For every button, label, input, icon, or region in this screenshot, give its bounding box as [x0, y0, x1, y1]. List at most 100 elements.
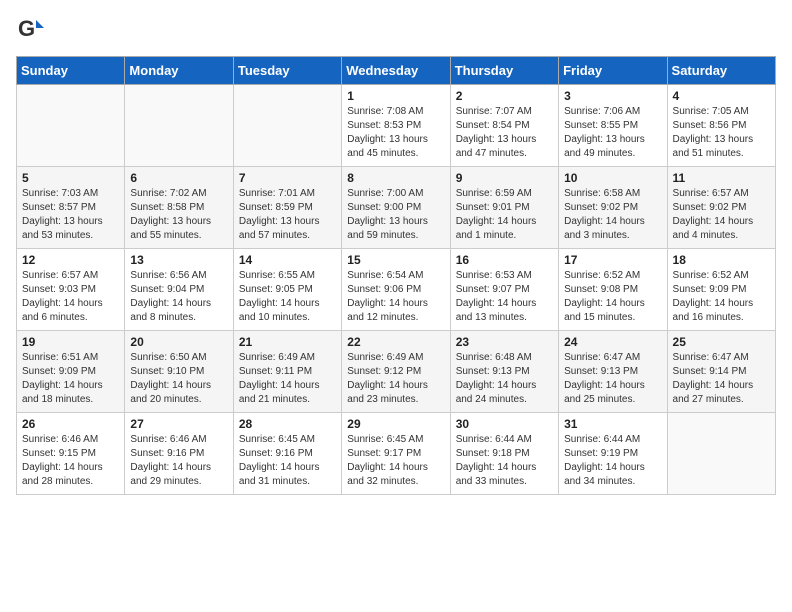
calendar-cell: 30 Sunrise: 6:44 AM Sunset: 9:18 PM Dayli…: [450, 413, 558, 495]
calendar-cell: 9 Sunrise: 6:59 AM Sunset: 9:01 PM Daylig…: [450, 167, 558, 249]
day-number: 12: [22, 253, 119, 267]
day-number: 19: [22, 335, 119, 349]
day-number: 22: [347, 335, 444, 349]
calendar-table: SundayMondayTuesdayWednesdayThursdayFrid…: [16, 56, 776, 495]
day-info: Sunrise: 6:46 AM Sunset: 9:16 PM Dayligh…: [130, 433, 227, 489]
day-number: 1: [347, 89, 444, 103]
day-number: 23: [456, 335, 553, 349]
day-number: 29: [347, 417, 444, 431]
day-number: 31: [564, 417, 661, 431]
calendar-cell: 20 Sunrise: 6:50 AM Sunset: 9:10 PM Dayli…: [125, 331, 233, 413]
calendar-cell: 3 Sunrise: 7:06 AM Sunset: 8:55 PM Daylig…: [559, 85, 667, 167]
day-number: 2: [456, 89, 553, 103]
weekday-header-saturday: Saturday: [667, 57, 775, 85]
weekday-header-friday: Friday: [559, 57, 667, 85]
calendar-cell: 5Sunrise: 7:03 AM Sunset: 8:57 PM Daylig…: [17, 167, 125, 249]
calendar-week-row: 12 Sunrise: 6:57 AM Sunset: 9:03 PM Dayli…: [17, 249, 776, 331]
day-info: Sunrise: 7:01 AM Sunset: 8:59 PM Dayligh…: [239, 187, 336, 243]
calendar-cell: 11 Sunrise: 6:57 AM Sunset: 9:02 PM Dayli…: [667, 167, 775, 249]
day-info: Sunrise: 7:07 AM Sunset: 8:54 PM Dayligh…: [456, 105, 553, 161]
calendar-cell: 13Sunrise: 6:56 AM Sunset: 9:04 PM Dayli…: [125, 249, 233, 331]
day-number: 20: [130, 335, 227, 349]
day-info: Sunrise: 6:44 AM Sunset: 9:19 PM Dayligh…: [564, 433, 661, 489]
calendar-cell: 10 Sunrise: 6:58 AM Sunset: 9:02 PM Dayli…: [559, 167, 667, 249]
calendar-cell: 22 Sunrise: 6:49 AM Sunset: 9:12 PM Dayli…: [342, 331, 450, 413]
calendar-cell: 23 Sunrise: 6:48 AM Sunset: 9:13 PM Dayli…: [450, 331, 558, 413]
day-number: 6: [130, 171, 227, 185]
day-info: Sunrise: 6:49 AM Sunset: 9:12 PM Dayligh…: [347, 351, 444, 407]
logo-icon: G: [16, 16, 44, 44]
day-number: 7: [239, 171, 336, 185]
weekday-header-wednesday: Wednesday: [342, 57, 450, 85]
calendar-week-row: 19 Sunrise: 6:51 AM Sunset: 9:09 PM Dayli…: [17, 331, 776, 413]
weekday-header-row: SundayMondayTuesdayWednesdayThursdayFrid…: [17, 57, 776, 85]
day-number: 14: [239, 253, 336, 267]
weekday-header-monday: Monday: [125, 57, 233, 85]
day-number: 8: [347, 171, 444, 185]
day-info: Sunrise: 7:02 AM Sunset: 8:58 PM Dayligh…: [130, 187, 227, 243]
calendar-cell: 15Sunrise: 6:54 AM Sunset: 9:06 PM Dayli…: [342, 249, 450, 331]
day-info: Sunrise: 6:44 AM Sunset: 9:18 PM Dayligh…: [456, 433, 553, 489]
calendar-cell: 27 Sunrise: 6:46 AM Sunset: 9:16 PM Dayli…: [125, 413, 233, 495]
calendar-week-row: 5Sunrise: 7:03 AM Sunset: 8:57 PM Daylig…: [17, 167, 776, 249]
day-info: Sunrise: 6:47 AM Sunset: 9:14 PM Dayligh…: [673, 351, 770, 407]
calendar-cell: 21Sunrise: 6:49 AM Sunset: 9:11 PM Dayli…: [233, 331, 341, 413]
calendar-cell: 6 Sunrise: 7:02 AM Sunset: 8:58 PM Daylig…: [125, 167, 233, 249]
day-number: 30: [456, 417, 553, 431]
day-info: Sunrise: 7:06 AM Sunset: 8:55 PM Dayligh…: [564, 105, 661, 161]
day-info: Sunrise: 7:05 AM Sunset: 8:56 PM Dayligh…: [673, 105, 770, 161]
calendar-cell: 2 Sunrise: 7:07 AM Sunset: 8:54 PM Daylig…: [450, 85, 558, 167]
weekday-header-sunday: Sunday: [17, 57, 125, 85]
day-number: 9: [456, 171, 553, 185]
calendar-cell: 28Sunrise: 6:45 AM Sunset: 9:16 PM Dayli…: [233, 413, 341, 495]
day-number: 10: [564, 171, 661, 185]
calendar-cell: 17 Sunrise: 6:52 AM Sunset: 9:08 PM Dayli…: [559, 249, 667, 331]
svg-text:G: G: [18, 16, 35, 41]
day-number: 26: [22, 417, 119, 431]
calendar-cell: 4 Sunrise: 7:05 AM Sunset: 8:56 PM Daylig…: [667, 85, 775, 167]
calendar-cell: 25 Sunrise: 6:47 AM Sunset: 9:14 PM Dayli…: [667, 331, 775, 413]
calendar-cell: 26 Sunrise: 6:46 AM Sunset: 9:15 PM Dayli…: [17, 413, 125, 495]
day-info: Sunrise: 6:52 AM Sunset: 9:09 PM Dayligh…: [673, 269, 770, 325]
calendar-cell: [667, 413, 775, 495]
day-number: 11: [673, 171, 770, 185]
day-info: Sunrise: 6:57 AM Sunset: 9:02 PM Dayligh…: [673, 187, 770, 243]
day-info: Sunrise: 6:53 AM Sunset: 9:07 PM Dayligh…: [456, 269, 553, 325]
day-number: 27: [130, 417, 227, 431]
calendar-cell: 16Sunrise: 6:53 AM Sunset: 9:07 PM Dayli…: [450, 249, 558, 331]
page-header: G: [16, 16, 776, 44]
calendar-cell: 12 Sunrise: 6:57 AM Sunset: 9:03 PM Dayli…: [17, 249, 125, 331]
day-number: 4: [673, 89, 770, 103]
day-number: 18: [673, 253, 770, 267]
calendar-cell: 18 Sunrise: 6:52 AM Sunset: 9:09 PM Dayli…: [667, 249, 775, 331]
calendar-cell: 24Sunrise: 6:47 AM Sunset: 9:13 PM Dayli…: [559, 331, 667, 413]
day-info: Sunrise: 6:57 AM Sunset: 9:03 PM Dayligh…: [22, 269, 119, 325]
day-info: Sunrise: 6:59 AM Sunset: 9:01 PM Dayligh…: [456, 187, 553, 243]
calendar-cell: 31 Sunrise: 6:44 AM Sunset: 9:19 PM Dayli…: [559, 413, 667, 495]
day-info: Sunrise: 6:50 AM Sunset: 9:10 PM Dayligh…: [130, 351, 227, 407]
calendar-cell: 19 Sunrise: 6:51 AM Sunset: 9:09 PM Dayli…: [17, 331, 125, 413]
day-info: Sunrise: 6:49 AM Sunset: 9:11 PM Dayligh…: [239, 351, 336, 407]
day-info: Sunrise: 6:54 AM Sunset: 9:06 PM Dayligh…: [347, 269, 444, 325]
day-info: Sunrise: 7:00 AM Sunset: 9:00 PM Dayligh…: [347, 187, 444, 243]
calendar-cell: [233, 85, 341, 167]
day-info: Sunrise: 6:51 AM Sunset: 9:09 PM Dayligh…: [22, 351, 119, 407]
calendar-week-row: 26 Sunrise: 6:46 AM Sunset: 9:15 PM Dayli…: [17, 413, 776, 495]
day-number: 3: [564, 89, 661, 103]
day-info: Sunrise: 6:45 AM Sunset: 9:16 PM Dayligh…: [239, 433, 336, 489]
calendar-body: 1Sunrise: 7:08 AM Sunset: 8:53 PM Daylig…: [17, 85, 776, 495]
calendar-cell: [125, 85, 233, 167]
day-info: Sunrise: 6:46 AM Sunset: 9:15 PM Dayligh…: [22, 433, 119, 489]
day-number: 5: [22, 171, 119, 185]
day-number: 13: [130, 253, 227, 267]
day-number: 17: [564, 253, 661, 267]
day-number: 24: [564, 335, 661, 349]
day-number: 25: [673, 335, 770, 349]
calendar-week-row: 1Sunrise: 7:08 AM Sunset: 8:53 PM Daylig…: [17, 85, 776, 167]
day-info: Sunrise: 6:58 AM Sunset: 9:02 PM Dayligh…: [564, 187, 661, 243]
calendar-cell: 8 Sunrise: 7:00 AM Sunset: 9:00 PM Daylig…: [342, 167, 450, 249]
calendar-cell: 14Sunrise: 6:55 AM Sunset: 9:05 PM Dayli…: [233, 249, 341, 331]
day-info: Sunrise: 6:48 AM Sunset: 9:13 PM Dayligh…: [456, 351, 553, 407]
day-info: Sunrise: 6:52 AM Sunset: 9:08 PM Dayligh…: [564, 269, 661, 325]
logo: G: [16, 16, 48, 44]
